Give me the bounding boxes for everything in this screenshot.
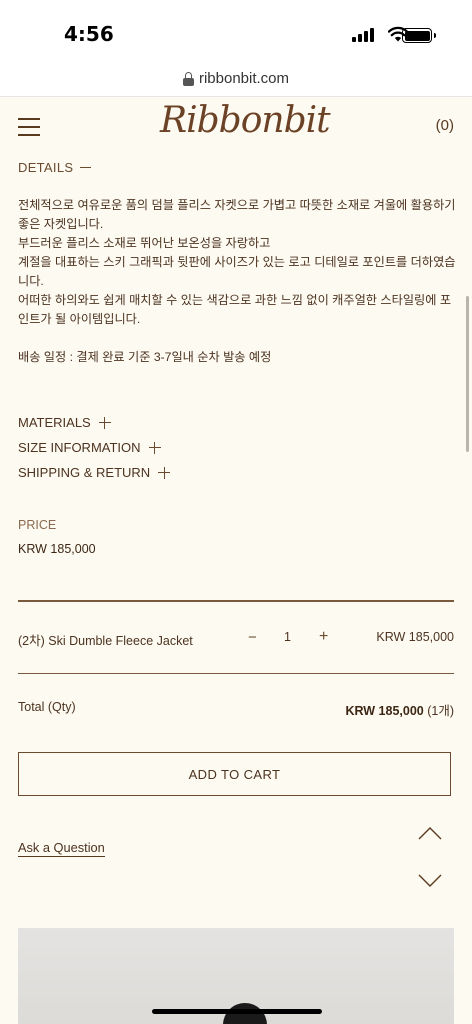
info-accordion: MATERIALS SIZE INFORMATION SHIPPING & RE… xyxy=(18,410,171,485)
cellular-signal-icon xyxy=(352,28,374,42)
accordion-shipping-return[interactable]: SHIPPING & RETURN xyxy=(18,460,171,485)
product-page: 4:56 ribbonbit.com Ribbonbit (0) DETAILS… xyxy=(0,0,472,1024)
total-amount: KRW 185,000 xyxy=(345,704,424,718)
lock-icon xyxy=(182,71,194,86)
details-line: 전체적으로 여유로운 품의 덤블 플리스 자켓으로 가볍고 따뜻한 소재로 겨울… xyxy=(18,198,456,231)
details-line: 부드러운 플리스 소재로 뛰어난 보온성을 자랑하고 xyxy=(18,236,271,250)
collapse-minus-icon xyxy=(80,166,92,169)
chevron-up-icon[interactable] xyxy=(418,826,442,840)
quantity-increase-button[interactable]: + xyxy=(319,628,328,646)
accordion-label: SIZE INFORMATION xyxy=(18,440,141,455)
accordion-size-information[interactable]: SIZE INFORMATION xyxy=(18,435,170,460)
add-to-cart-button[interactable]: ADD TO CART xyxy=(18,752,451,796)
shipping-note: 배송 일정 : 결제 완료 기준 3-7일내 순차 발송 예정 xyxy=(18,350,272,364)
option-name: (2차) Ski Dumble Fleece Jacket xyxy=(18,634,193,648)
quantity-value: 1 xyxy=(284,630,291,644)
site-logo[interactable]: Ribbonbit xyxy=(160,100,331,150)
selected-option-row: (2차) Ski Dumble Fleece Jacket − 1 + KRW … xyxy=(18,626,454,650)
address-bar[interactable]: ribbonbit.com xyxy=(0,64,472,97)
accordion-label: MATERIALS xyxy=(18,415,91,430)
expand-plus-icon xyxy=(158,466,171,479)
url-text: ribbonbit.com xyxy=(198,70,290,87)
status-time: 4:56 xyxy=(64,22,114,46)
status-bar: 4:56 xyxy=(0,0,472,64)
option-price: KRW 185,000 xyxy=(376,630,454,644)
total-row: Total (Qty) KRW 185,000 (1개) xyxy=(18,700,454,720)
divider xyxy=(18,600,454,602)
total-summary: KRW 185,000 (1개) xyxy=(345,700,454,719)
price-value: KRW 185,000 xyxy=(18,542,96,556)
details-line: 계절을 대표하는 스키 그래픽과 뒷판에 사이즈가 있는 로고 디테일로 포인트… xyxy=(18,255,456,288)
expand-plus-icon xyxy=(98,416,111,429)
expand-plus-icon xyxy=(148,441,161,454)
quantity-decrease-button[interactable]: − xyxy=(248,629,257,646)
accordion-materials[interactable]: MATERIALS xyxy=(18,410,170,435)
details-description: 전체적으로 여유로운 품의 덤블 플리스 자켓으로 가볍고 따뜻한 소재로 겨울… xyxy=(18,196,456,367)
details-toggle[interactable]: DETAILS xyxy=(18,160,92,175)
accordion-label: SHIPPING & RETURN xyxy=(18,465,151,480)
home-indicator[interactable] xyxy=(152,1009,322,1014)
total-label: Total (Qty) xyxy=(18,700,76,714)
cart-count[interactable]: (0) xyxy=(436,117,454,134)
chevron-down-icon[interactable] xyxy=(418,874,442,888)
status-icons xyxy=(332,26,472,44)
total-count: (1개) xyxy=(427,704,454,718)
battery-icon xyxy=(402,28,436,43)
divider xyxy=(18,673,454,674)
scrollbar[interactable] xyxy=(466,296,469,452)
details-line: 어떠한 하의와도 쉽게 매치할 수 있는 색감으로 과한 느낌 없이 캐주얼한 … xyxy=(18,293,452,326)
hamburger-menu-icon[interactable] xyxy=(18,118,40,136)
ask-question-link[interactable]: Ask a Question xyxy=(18,840,105,857)
price-label: PRICE xyxy=(18,518,57,532)
details-title: DETAILS xyxy=(18,160,74,175)
url-display[interactable]: ribbonbit.com xyxy=(182,70,290,87)
